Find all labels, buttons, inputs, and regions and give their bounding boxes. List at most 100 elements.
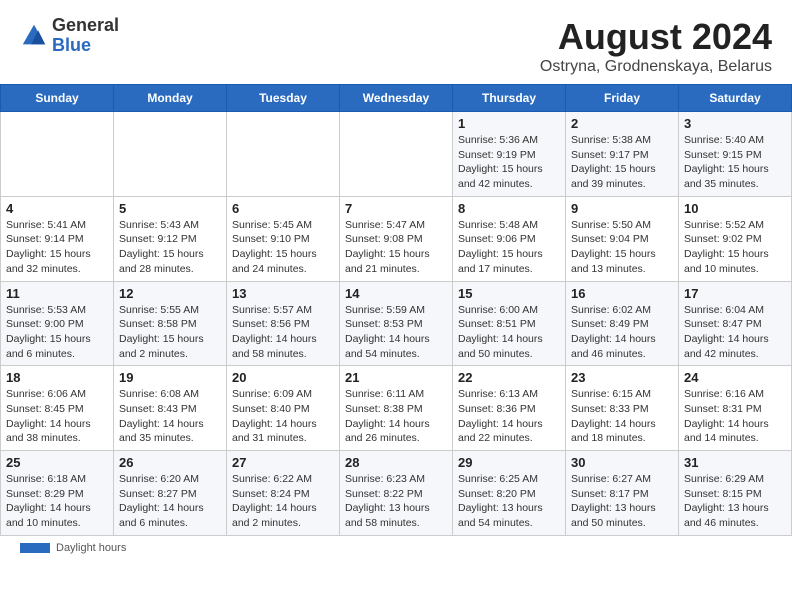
logo: General Blue (20, 16, 119, 56)
calendar-cell: 31Sunrise: 6:29 AM Sunset: 8:15 PM Dayli… (679, 451, 792, 536)
day-number: 22 (458, 370, 560, 385)
day-number: 17 (684, 286, 786, 301)
weekday-header-friday: Friday (566, 85, 679, 112)
day-info: Sunrise: 5:47 AM Sunset: 9:08 PM Dayligh… (345, 218, 447, 277)
calendar-cell: 24 Sunrise: 6:16 AM Sunset: 8:31 PM Dayli… (679, 366, 792, 451)
day-number: 3 (684, 116, 786, 131)
calendar-cell: 12 Sunrise: 5:55 AM Sunset: 8:58 PM Dayli… (114, 281, 227, 366)
weekday-header-wednesday: Wednesday (340, 85, 453, 112)
calendar-cell: 10 Sunrise: 5:52 AM Sunset: 9:02 PM Dayli… (679, 196, 792, 281)
calendar-cell: 29 Sunrise: 6:25 AM Sunset: 8:20 PM Dayli… (453, 451, 566, 536)
day-number: 28 (345, 455, 447, 470)
day-number: 11 (6, 286, 108, 301)
weekday-header-saturday: Saturday (679, 85, 792, 112)
day-info: Sunrise: 6:23 AM Sunset: 8:22 PM Dayligh… (345, 472, 447, 531)
calendar-cell (114, 112, 227, 197)
day-number: 13 (232, 286, 334, 301)
calendar-cell: 13 Sunrise: 5:57 AM Sunset: 8:56 PM Dayli… (227, 281, 340, 366)
calendar-cell: 18 Sunrise: 6:06 AM Sunset: 8:45 PM Dayli… (1, 366, 114, 451)
calendar-cell: 2 Sunrise: 5:38 AM Sunset: 9:17 PM Daylig… (566, 112, 679, 197)
day-info: Sunrise: 5:52 AM Sunset: 9:02 PM Dayligh… (684, 218, 786, 277)
day-info: Sunrise: 5:36 AM Sunset: 9:19 PM Dayligh… (458, 133, 560, 192)
calendar-cell: 30 Sunrise: 6:27 AM Sunset: 8:17 PM Dayli… (566, 451, 679, 536)
day-number: 21 (345, 370, 447, 385)
day-number: 29 (458, 455, 560, 470)
day-number: 8 (458, 201, 560, 216)
weekday-header-tuesday: Tuesday (227, 85, 340, 112)
day-number: 14 (345, 286, 447, 301)
day-number: 24 (684, 370, 786, 385)
day-info: Sunrise: 5:43 AM Sunset: 9:12 PM Dayligh… (119, 218, 221, 277)
calendar-cell: 26Sunrise: 6:20 AM Sunset: 8:27 PM Dayli… (114, 451, 227, 536)
calendar-cell: 1Sunrise: 5:36 AM Sunset: 9:19 PM Daylig… (453, 112, 566, 197)
day-number: 15 (458, 286, 560, 301)
calendar-cell (1, 112, 114, 197)
calendar-cell: 7Sunrise: 5:47 AM Sunset: 9:08 PM Daylig… (340, 196, 453, 281)
day-number: 16 (571, 286, 673, 301)
calendar-cell: 3 Sunrise: 5:40 AM Sunset: 9:15 PM Daylig… (679, 112, 792, 197)
day-number: 12 (119, 286, 221, 301)
day-info: Sunrise: 5:41 AM Sunset: 9:14 PM Dayligh… (6, 218, 108, 277)
daylight-bar-icon (20, 543, 50, 553)
day-number: 25 (6, 455, 108, 470)
day-info: Sunrise: 6:04 AM Sunset: 8:47 PM Dayligh… (684, 303, 786, 362)
page-title: August 2024 (540, 16, 772, 58)
page-subtitle: Ostryna, Grodnenskaya, Belarus (540, 58, 772, 76)
day-info: Sunrise: 6:25 AM Sunset: 8:20 PM Dayligh… (458, 472, 560, 531)
day-info: Sunrise: 5:59 AM Sunset: 8:53 PM Dayligh… (345, 303, 447, 362)
weekday-header-row: SundayMondayTuesdayWednesdayThursdayFrid… (1, 85, 792, 112)
day-info: Sunrise: 6:08 AM Sunset: 8:43 PM Dayligh… (119, 387, 221, 446)
day-info: Sunrise: 6:18 AM Sunset: 8:29 PM Dayligh… (6, 472, 108, 531)
day-number: 23 (571, 370, 673, 385)
calendar-cell: 21 Sunrise: 6:11 AM Sunset: 8:38 PM Dayli… (340, 366, 453, 451)
calendar-cell (227, 112, 340, 197)
day-number: 5 (119, 201, 221, 216)
day-info: Sunrise: 6:02 AM Sunset: 8:49 PM Dayligh… (571, 303, 673, 362)
calendar: SundayMondayTuesdayWednesdayThursdayFrid… (0, 84, 792, 536)
calendar-week-row: 11 Sunrise: 5:53 AM Sunset: 9:00 PM Dayli… (1, 281, 792, 366)
calendar-cell: 23Sunrise: 6:15 AM Sunset: 8:33 PM Dayli… (566, 366, 679, 451)
calendar-cell: 22Sunrise: 6:13 AM Sunset: 8:36 PM Dayli… (453, 366, 566, 451)
logo-general: General (52, 16, 119, 36)
calendar-cell: 20 Sunrise: 6:09 AM Sunset: 8:40 PM Dayli… (227, 366, 340, 451)
day-number: 10 (684, 201, 786, 216)
daylight-label: Daylight hours (56, 542, 126, 554)
day-info: Sunrise: 5:40 AM Sunset: 9:15 PM Dayligh… (684, 133, 786, 192)
day-info: Sunrise: 6:22 AM Sunset: 8:24 PM Dayligh… (232, 472, 334, 531)
logo-blue: Blue (52, 36, 119, 56)
footer: Daylight hours (0, 536, 792, 560)
day-info: Sunrise: 5:38 AM Sunset: 9:17 PM Dayligh… (571, 133, 673, 192)
weekday-header-sunday: Sunday (1, 85, 114, 112)
day-number: 27 (232, 455, 334, 470)
calendar-cell: 4Sunrise: 5:41 AM Sunset: 9:14 PM Daylig… (1, 196, 114, 281)
day-number: 30 (571, 455, 673, 470)
day-number: 20 (232, 370, 334, 385)
day-number: 2 (571, 116, 673, 131)
weekday-header-monday: Monday (114, 85, 227, 112)
calendar-cell: 27 Sunrise: 6:22 AM Sunset: 8:24 PM Dayli… (227, 451, 340, 536)
day-info: Sunrise: 6:11 AM Sunset: 8:38 PM Dayligh… (345, 387, 447, 446)
calendar-cell: 17 Sunrise: 6:04 AM Sunset: 8:47 PM Dayli… (679, 281, 792, 366)
day-info: Sunrise: 5:57 AM Sunset: 8:56 PM Dayligh… (232, 303, 334, 362)
calendar-week-row: 25 Sunrise: 6:18 AM Sunset: 8:29 PM Dayli… (1, 451, 792, 536)
calendar-cell: 28 Sunrise: 6:23 AM Sunset: 8:22 PM Dayli… (340, 451, 453, 536)
day-number: 31 (684, 455, 786, 470)
calendar-cell: 11 Sunrise: 5:53 AM Sunset: 9:00 PM Dayli… (1, 281, 114, 366)
day-number: 18 (6, 370, 108, 385)
calendar-cell: 19Sunrise: 6:08 AM Sunset: 8:43 PM Dayli… (114, 366, 227, 451)
day-info: Sunrise: 5:48 AM Sunset: 9:06 PM Dayligh… (458, 218, 560, 277)
title-block: August 2024 Ostryna, Grodnenskaya, Belar… (540, 16, 772, 76)
day-info: Sunrise: 6:06 AM Sunset: 8:45 PM Dayligh… (6, 387, 108, 446)
weekday-header-thursday: Thursday (453, 85, 566, 112)
calendar-cell: 15Sunrise: 6:00 AM Sunset: 8:51 PM Dayli… (453, 281, 566, 366)
calendar-cell: 5 Sunrise: 5:43 AM Sunset: 9:12 PM Daylig… (114, 196, 227, 281)
day-info: Sunrise: 6:16 AM Sunset: 8:31 PM Dayligh… (684, 387, 786, 446)
day-info: Sunrise: 6:27 AM Sunset: 8:17 PM Dayligh… (571, 472, 673, 531)
day-info: Sunrise: 5:55 AM Sunset: 8:58 PM Dayligh… (119, 303, 221, 362)
calendar-cell: 16 Sunrise: 6:02 AM Sunset: 8:49 PM Dayli… (566, 281, 679, 366)
day-info: Sunrise: 5:53 AM Sunset: 9:00 PM Dayligh… (6, 303, 108, 362)
calendar-cell: 9Sunrise: 5:50 AM Sunset: 9:04 PM Daylig… (566, 196, 679, 281)
day-info: Sunrise: 5:50 AM Sunset: 9:04 PM Dayligh… (571, 218, 673, 277)
day-info: Sunrise: 6:09 AM Sunset: 8:40 PM Dayligh… (232, 387, 334, 446)
header: General Blue August 2024 Ostryna, Grodne… (0, 0, 792, 84)
